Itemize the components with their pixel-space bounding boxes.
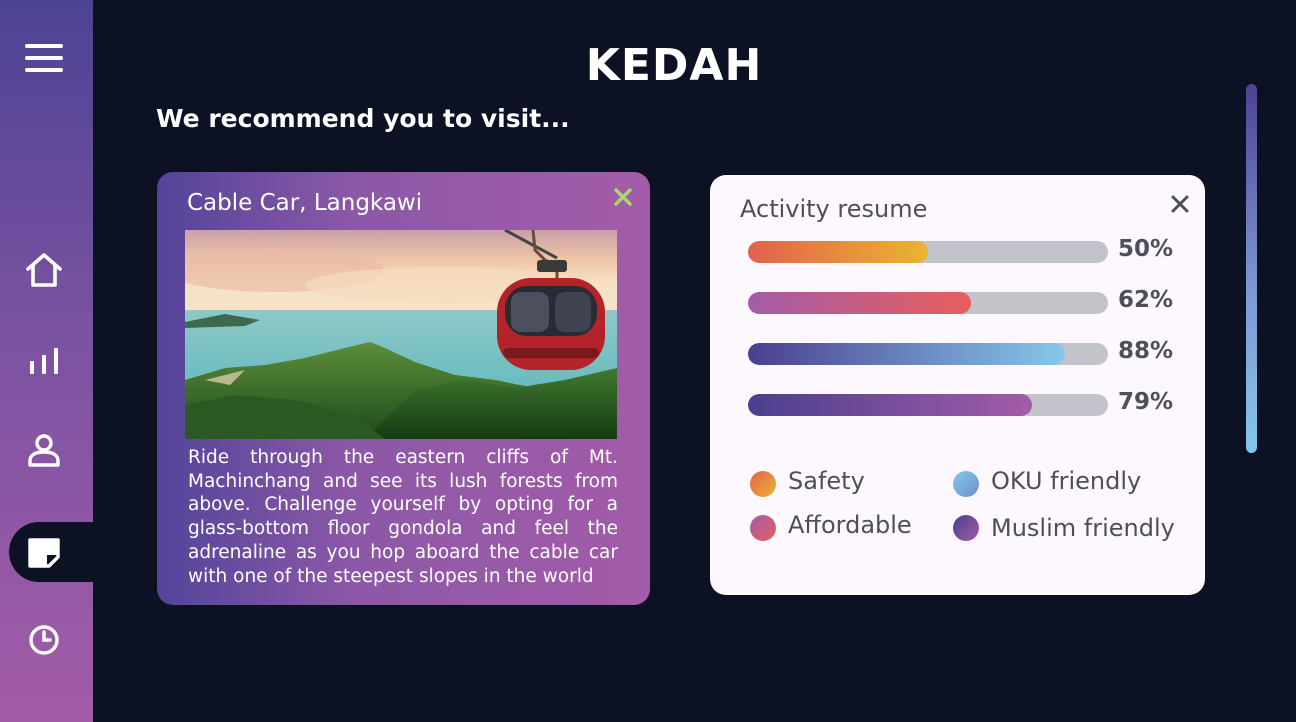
activity-title: Activity resume <box>740 195 928 223</box>
bar-fill-affordable <box>748 292 972 314</box>
legend-dot-muslim-friendly <box>953 515 979 541</box>
bar-fill-safety <box>748 241 928 263</box>
legend-label-oku-friendly: OKU friendly <box>991 467 1142 495</box>
user-icon[interactable] <box>22 428 66 472</box>
legend-label-affordable: Affordable <box>788 511 912 539</box>
sidebar <box>0 0 93 722</box>
bar-safety <box>748 241 1108 263</box>
activity-card: Activity resume 50% 62% 88% 79% Safety O… <box>710 175 1205 595</box>
scrollbar[interactable] <box>1246 84 1257 453</box>
bar-muslim-friendly <box>748 394 1108 416</box>
clock-icon[interactable] <box>22 618 66 662</box>
bar-fill-muslim-friendly <box>748 394 1033 416</box>
place-title: Cable Car, Langkawi <box>187 190 423 216</box>
legend-dot-affordable <box>750 515 776 541</box>
home-icon[interactable] <box>22 248 66 292</box>
legend-dot-oku-friendly <box>953 471 979 497</box>
chart-icon[interactable] <box>22 339 66 383</box>
place-card[interactable]: Cable Car, Langkawi Ride through the eas… <box>157 172 650 605</box>
legend-label-muslim-friendly: Muslim friendly <box>991 514 1175 542</box>
legend-dot-safety <box>750 471 776 497</box>
page-subtitle: We recommend you to visit... <box>156 104 570 133</box>
bar-oku-friendly <box>748 343 1108 365</box>
bar-percent-oku-friendly: 88% <box>1118 338 1174 364</box>
page-title: KEDAH <box>585 40 763 91</box>
bar-fill-oku-friendly <box>748 343 1065 365</box>
bar-percent-affordable: 62% <box>1118 287 1174 313</box>
close-icon[interactable] <box>612 186 634 208</box>
legend-label-safety: Safety <box>788 467 865 495</box>
bar-affordable <box>748 292 1108 314</box>
bar-percent-safety: 50% <box>1118 236 1174 262</box>
cable-car-image <box>185 230 617 439</box>
note-icon[interactable] <box>22 530 66 574</box>
close-icon[interactable] <box>1169 193 1191 215</box>
bar-percent-muslim-friendly: 79% <box>1118 389 1174 415</box>
menu-icon[interactable] <box>25 44 63 74</box>
place-description: Ride through the eastern cliffs of Mt. M… <box>188 447 618 587</box>
